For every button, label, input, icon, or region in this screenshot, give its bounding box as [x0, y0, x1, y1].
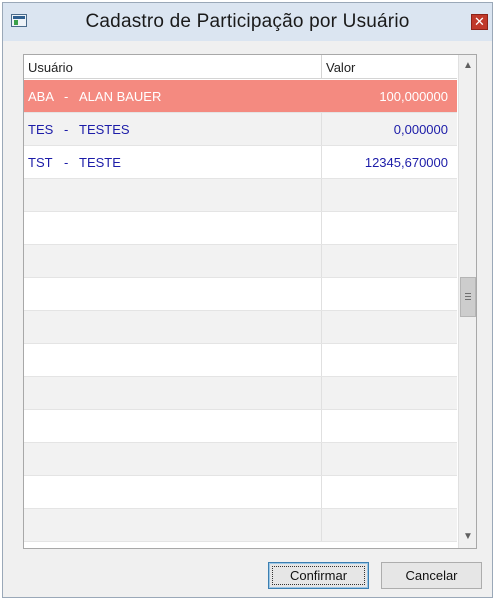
participation-grid[interactable]: Usuário Valor ABA - ALAN BAUER 100,000000 TE… [23, 54, 477, 549]
empty-row[interactable] [24, 344, 457, 377]
confirm-button[interactable]: Confirmar [268, 562, 369, 589]
cancel-button-label: Cancelar [405, 568, 458, 583]
focus-rect [272, 566, 365, 585]
column-header-separator[interactable] [321, 55, 322, 79]
column-separator [321, 113, 322, 145]
user-code: TES [28, 122, 54, 137]
grid-header: Usuário Valor [24, 55, 457, 79]
empty-row[interactable] [24, 179, 457, 212]
column-separator [321, 146, 322, 178]
participation-value: 100,000000 [379, 89, 448, 104]
separator-dash: - [64, 155, 69, 170]
title-bar[interactable]: Cadastro de Participação por Usuário ✕ [3, 3, 492, 41]
empty-row[interactable] [24, 443, 457, 476]
empty-row[interactable] [24, 278, 457, 311]
window-title: Cadastro de Participação por Usuário [85, 11, 410, 32]
column-separator [321, 443, 322, 475]
user-name: TESTES [79, 122, 130, 137]
empty-row[interactable] [24, 509, 457, 542]
empty-row[interactable] [24, 311, 457, 344]
dialog-window: Cadastro de Participação por Usuário ✕ U… [2, 2, 493, 598]
app-icon-bar [13, 16, 25, 19]
participation-value: 12345,670000 [364, 155, 448, 170]
column-separator [321, 212, 322, 244]
scrollbar-thumb[interactable] [460, 277, 476, 317]
separator-dash: - [64, 122, 69, 137]
table-row[interactable]: ABA - ALAN BAUER 100,000000 [24, 80, 457, 113]
participation-value: 0,000000 [393, 122, 448, 137]
empty-row[interactable] [24, 212, 457, 245]
separator-dash: - [64, 89, 69, 104]
empty-row[interactable] [24, 377, 457, 410]
grip-line-icon [465, 299, 471, 300]
user-code: ABA [28, 89, 55, 104]
empty-row[interactable] [24, 410, 457, 443]
window-app-icon [11, 14, 27, 27]
scroll-down-arrow-icon[interactable]: ▼ [459, 528, 476, 546]
vertical-scrollbar[interactable]: ▲ ▼ [458, 55, 476, 548]
column-separator [321, 476, 322, 508]
column-separator [321, 278, 322, 310]
column-header-valor[interactable]: Valor [326, 60, 355, 75]
column-separator [321, 179, 322, 211]
scroll-up-arrow-icon[interactable]: ▲ [459, 57, 476, 75]
grip-line-icon [465, 296, 471, 297]
grid-rows: ABA - ALAN BAUER 100,000000 TES - TESTES 0,0000… [24, 80, 457, 548]
column-separator [321, 377, 322, 409]
column-separator [321, 311, 322, 343]
empty-row[interactable] [24, 245, 457, 278]
cancel-button[interactable]: Cancelar [381, 562, 482, 589]
close-icon[interactable]: ✕ [471, 14, 488, 30]
column-separator [321, 509, 322, 541]
column-separator [321, 245, 322, 277]
column-separator [321, 80, 322, 112]
empty-row[interactable] [24, 476, 457, 509]
column-separator [321, 344, 322, 376]
table-row[interactable]: TST - TESTE 12345,670000 [24, 146, 457, 179]
grip-line-icon [465, 293, 471, 294]
table-row[interactable]: TES - TESTES 0,000000 [24, 113, 457, 146]
user-name: TESTE [79, 155, 121, 170]
column-separator [321, 410, 322, 442]
column-header-usuario[interactable]: Usuário [28, 60, 73, 75]
app-icon-tile [14, 20, 18, 25]
user-code: TST [28, 155, 53, 170]
user-name: ALAN BAUER [79, 89, 162, 104]
